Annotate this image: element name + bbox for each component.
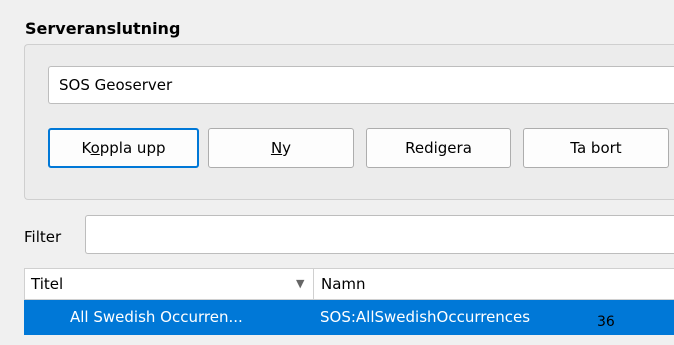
connect-button[interactable]: Koppla upp [48, 128, 199, 168]
connection-select-value: SOS Geoserver [59, 76, 173, 94]
delete-button[interactable]: Ta bort [523, 128, 669, 168]
connection-select[interactable]: SOS Geoserver [48, 66, 674, 104]
filter-input[interactable] [85, 215, 674, 254]
table-row[interactable]: All Swedish Occurren... SOS:AllSwedishOc… [24, 300, 674, 335]
row-title: All Swedish Occurren... [70, 308, 243, 326]
new-button[interactable]: Ny [208, 128, 354, 168]
sort-desc-icon: ▼ [296, 277, 305, 290]
column-divider[interactable] [313, 269, 314, 299]
edit-button[interactable]: Redigera [366, 128, 511, 168]
row-count: 36 [597, 314, 615, 330]
table-header: Titel ▼ Namn [24, 268, 674, 300]
filter-label: Filter [24, 228, 62, 246]
row-name: SOS:AllSwedishOccurrences [320, 308, 531, 326]
group-title: Serveranslutning [25, 19, 181, 38]
column-header-name[interactable]: Namn [321, 269, 366, 299]
column-header-title[interactable]: Titel [31, 269, 63, 299]
